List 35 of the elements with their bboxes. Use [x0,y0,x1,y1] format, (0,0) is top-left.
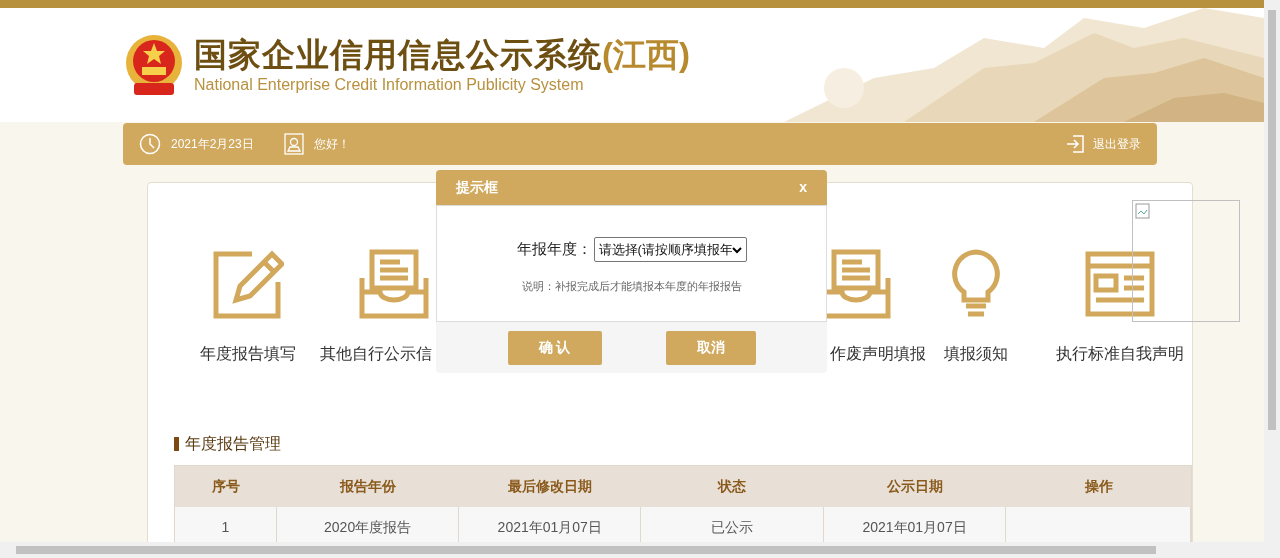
user-icon [283,133,304,155]
column-header: 最后修改日期 [507,477,594,496]
table-cell-text: 2021年01月07日 [497,518,602,537]
site-title: 国家企业信用信息公示系统 [194,35,602,75]
menu-item[interactable]: 作废声明填报 [830,342,926,366]
table-cell-text: 1 [221,518,230,537]
year-select[interactable]: 请选择(请按顺序填报年 [593,237,747,262]
column-header: 操作 [1083,477,1114,496]
menu-item[interactable]: 其他自行公示信 [320,342,432,366]
column-header: 公示日期 [886,477,945,496]
date-text: 2021年2月23日 [171,136,254,153]
menu-item[interactable]: 执行标准自我声明 [1056,342,1184,366]
table-cell-text: 2021年01月07日 [862,518,967,537]
dialog-note: 说明：补报完成后才能填报本年度的年报报告 [521,279,742,294]
column-header: 序号 [210,477,241,496]
section-title: 年度报告管理 [185,434,281,454]
column-header: 报告年份 [338,477,398,496]
broken-image-icon [1135,203,1151,219]
field-label: 年报年度： [516,239,592,260]
logout-icon [1065,134,1085,154]
menu-item[interactable]: 年度报告填写 [200,342,296,366]
greeting-text: 您好！ [313,136,350,153]
emblem-icon [124,33,184,97]
inbox-icon [358,248,430,320]
table-cell-text: 2020年度报告 [324,518,412,537]
chevron-down-icon [731,245,742,254]
menu-item[interactable]: 填报须知 [944,342,1008,366]
region-label: (江西) [602,35,690,75]
column-header: 状态 [716,477,748,496]
pencil-icon [212,248,284,320]
dialog-title: 提示框 [456,178,498,197]
site-subtitle: National Enterprise Credit Information Publicity System [194,75,585,95]
clock-icon [139,133,161,155]
section-marker [174,437,179,451]
table-cell-text: 已公示 [710,518,753,537]
